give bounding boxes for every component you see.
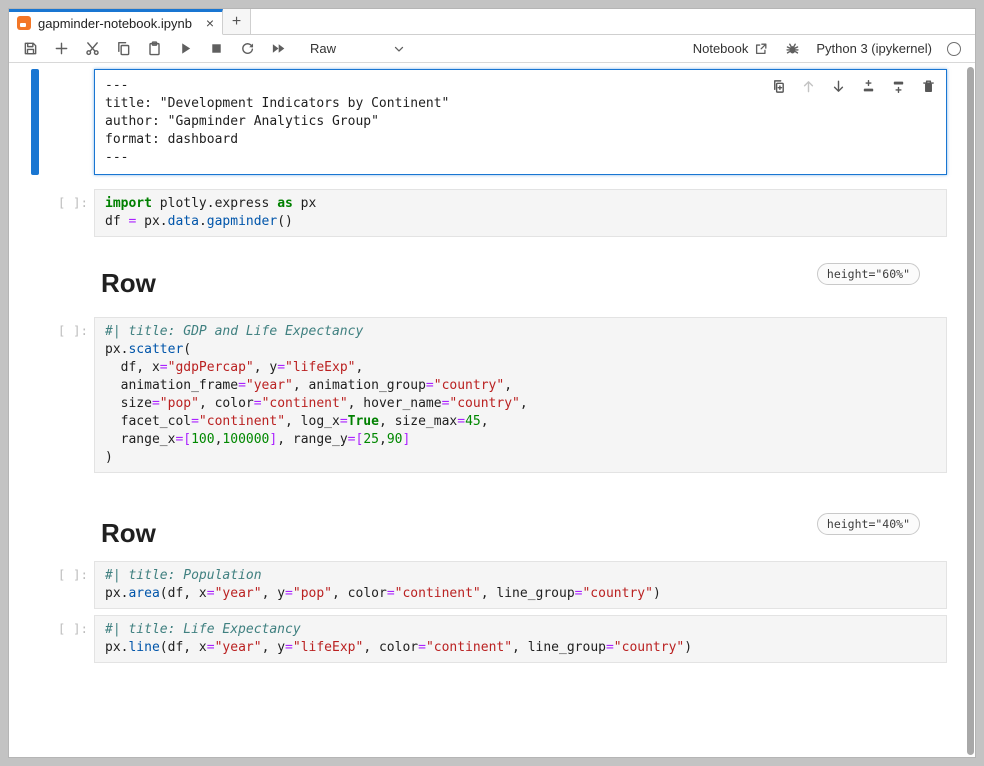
window-frame: gapminder-notebook.ipynb × + <box>0 0 984 766</box>
cell-collapser[interactable] <box>31 517 39 549</box>
insert-cell-below-icon <box>891 79 906 94</box>
move-cell-up-button[interactable] <box>800 78 816 94</box>
cell-row-heading-2[interactable]: Row height="40%" <box>9 503 975 559</box>
cut-cells-button[interactable] <box>83 40 101 58</box>
insert-cell-below-button[interactable] <box>890 78 906 94</box>
cell-type-dropdown[interactable]: Raw <box>310 41 406 56</box>
cell-collapser[interactable] <box>31 615 39 663</box>
cell-type-value: Raw <box>310 41 336 56</box>
cell-prompt: [ ]: <box>39 189 94 237</box>
cell-prompt <box>39 267 94 299</box>
cell-row-heading-1[interactable]: Row height="60%" <box>9 253 975 309</box>
new-tab-button[interactable]: + <box>223 9 251 34</box>
jupyterlab-window: gapminder-notebook.ipynb × + <box>8 8 976 758</box>
stop-icon <box>209 41 224 56</box>
tab-gapminder-notebook[interactable]: gapminder-notebook.ipynb × <box>9 9 223 35</box>
raw-cell-editor[interactable]: ---title: "Development Indicators by Con… <box>94 69 947 175</box>
open-notebook-view-button[interactable]: Notebook <box>693 41 769 56</box>
paste-cells-button[interactable] <box>145 40 163 58</box>
debugger-bug-icon <box>785 41 800 56</box>
vertical-scrollbar-thumb[interactable] <box>967 67 974 755</box>
height-badge: height="40%" <box>817 513 920 535</box>
delete-cell-icon <box>921 79 936 94</box>
cell-collapser[interactable] <box>31 561 39 609</box>
code-cell-editor[interactable]: import plotly.express as pxdf = px.data.… <box>94 189 947 237</box>
cell-prompt: [ ]: <box>39 615 94 663</box>
code-cell-content: #| title: Populationpx.area(df, x="year"… <box>105 567 936 603</box>
restart-run-all-button[interactable] <box>269 40 287 58</box>
cell-prompt <box>39 69 94 175</box>
toolbar-right-group: Notebook Python 3 (ipykernel) <box>693 40 961 58</box>
delete-cell-button[interactable] <box>920 78 936 94</box>
copy-cells-button[interactable] <box>114 40 132 58</box>
cell-toolbar <box>770 78 936 94</box>
restart-kernel-button[interactable] <box>238 40 256 58</box>
code-cell-editor[interactable]: #| title: GDP and Life Expectancypx.scat… <box>94 317 947 473</box>
cell-prompt: [ ]: <box>39 561 94 609</box>
notebook-panel: ---title: "Development Indicators by Con… <box>9 63 975 758</box>
paste-icon <box>147 41 162 56</box>
chevron-down-icon <box>392 42 406 56</box>
cell-plot-area: [ ]: #| title: Populationpx.area(df, x="… <box>9 561 975 609</box>
notebook-toolbar: Raw Notebook <box>9 35 975 63</box>
duplicate-cell-icon <box>771 79 786 94</box>
cell-collapser[interactable] <box>31 317 39 473</box>
run-all-icon <box>271 41 286 56</box>
code-cell-content: #| title: Life Expectancypx.line(df, x="… <box>105 621 936 657</box>
insert-cell-icon <box>54 41 69 56</box>
kernel-status-icon[interactable] <box>947 42 961 56</box>
insert-cell-button[interactable] <box>52 40 70 58</box>
move-cell-down-icon <box>831 79 846 94</box>
notebook-icon <box>17 16 31 30</box>
cell-imports: [ ]: import plotly.express as pxdf = px.… <box>9 189 975 237</box>
insert-cell-above-button[interactable] <box>860 78 876 94</box>
copy-icon <box>116 41 131 56</box>
code-cell-editor[interactable]: #| title: Life Expectancypx.line(df, x="… <box>94 615 947 663</box>
interrupt-kernel-button[interactable] <box>207 40 225 58</box>
tab-title: gapminder-notebook.ipynb <box>38 16 192 31</box>
cell-frontmatter: ---title: "Development Indicators by Con… <box>9 69 975 175</box>
duplicate-cell-button[interactable] <box>770 78 786 94</box>
cell-plot-line: [ ]: #| title: Life Expectancypx.line(df… <box>9 615 975 663</box>
restart-kernel-icon <box>240 41 255 56</box>
run-cell-button[interactable] <box>176 40 194 58</box>
run-icon <box>178 41 193 56</box>
save-icon <box>23 41 38 56</box>
notebook-view-label: Notebook <box>693 41 749 56</box>
cell-prompt: [ ]: <box>39 317 94 473</box>
close-tab-icon[interactable]: × <box>206 16 214 30</box>
cell-prompt <box>39 517 94 549</box>
cell-collapser[interactable] <box>31 267 39 299</box>
cell-collapser[interactable] <box>31 189 39 237</box>
cut-icon <box>85 41 100 56</box>
insert-cell-above-icon <box>861 79 876 94</box>
code-cell-content: #| title: GDP and Life Expectancypx.scat… <box>105 323 936 467</box>
move-cell-down-button[interactable] <box>830 78 846 94</box>
cell-collapser[interactable] <box>31 69 39 175</box>
move-cell-up-icon <box>801 79 816 94</box>
external-link-icon <box>754 42 768 56</box>
save-button[interactable] <box>21 40 39 58</box>
cell-plot-scatter: [ ]: #| title: GDP and Life Expectancypx… <box>9 317 975 473</box>
debugger-toggle-button[interactable] <box>783 40 801 58</box>
height-badge: height="60%" <box>817 263 920 285</box>
kernel-name[interactable]: Python 3 (ipykernel) <box>816 41 932 56</box>
code-cell-editor[interactable]: #| title: Populationpx.area(df, x="year"… <box>94 561 947 609</box>
code-cell-content: import plotly.express as pxdf = px.data.… <box>105 195 936 231</box>
tab-bar: gapminder-notebook.ipynb × + <box>9 9 975 35</box>
